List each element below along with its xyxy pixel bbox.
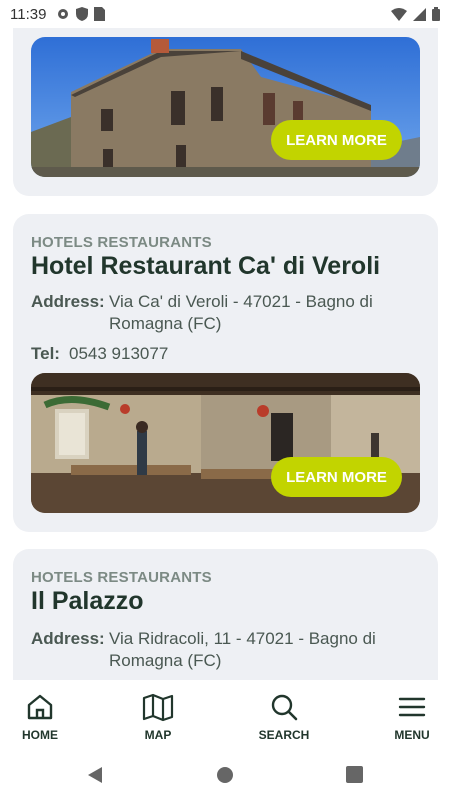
battery-icon bbox=[432, 7, 440, 21]
learn-more-button[interactable]: LEARN MORE bbox=[271, 120, 402, 160]
home-icon bbox=[27, 694, 53, 720]
recents-icon[interactable] bbox=[346, 766, 363, 783]
listing-card: LEARN MORE bbox=[13, 28, 438, 196]
address-label: Address: bbox=[31, 292, 105, 311]
shield-icon bbox=[76, 7, 89, 21]
hamburger-menu-icon bbox=[398, 697, 426, 717]
listing-category: HOTELS RESTAURANTS bbox=[31, 569, 212, 586]
system-navigation-bar bbox=[0, 752, 450, 800]
address-line-2: Romagna (FC) bbox=[109, 314, 222, 333]
learn-more-button[interactable]: LEARN MORE bbox=[271, 457, 402, 497]
listing-title: Hotel Restaurant Ca' di Veroli bbox=[31, 252, 381, 280]
address-label: Address: bbox=[31, 629, 105, 648]
wifi-icon bbox=[391, 7, 407, 21]
address-line-1: Via Ridracoli, 11 - 47021 - Bagno di bbox=[109, 629, 376, 648]
listing-feed[interactable]: LEARN MORE HOTELS RESTAURANTS Hotel Rest… bbox=[0, 28, 450, 680]
sim-card-icon bbox=[94, 7, 106, 21]
nav-home-label: HOME bbox=[22, 728, 58, 742]
map-icon bbox=[142, 693, 174, 722]
nav-search[interactable]: SEARCH bbox=[244, 692, 324, 742]
address-line-1: Via Ca' di Veroli - 47021 - Bagno di bbox=[109, 292, 373, 311]
nav-map[interactable]: MAP bbox=[118, 692, 198, 742]
nav-home[interactable]: HOME bbox=[0, 692, 80, 742]
status-time: 11:39 bbox=[10, 5, 47, 23]
tel-value[interactable]: 0543 913077 bbox=[69, 343, 168, 365]
status-bar: 11:39 bbox=[0, 0, 450, 28]
nav-map-label: MAP bbox=[144, 728, 172, 742]
search-icon bbox=[271, 694, 298, 721]
listing-card: HOTELS RESTAURANTS Hotel Restaurant Ca' … bbox=[13, 214, 438, 532]
nav-menu-label: MENU bbox=[394, 728, 430, 742]
listing-category: HOTELS RESTAURANTS bbox=[31, 234, 212, 251]
listing-photo[interactable]: LEARN MORE bbox=[31, 373, 420, 513]
gear-icon bbox=[58, 9, 69, 19]
home-circle-icon[interactable] bbox=[216, 766, 234, 784]
back-icon[interactable] bbox=[86, 766, 104, 784]
cell-signal-icon bbox=[413, 7, 426, 21]
bottom-navigation: HOME MAP SEARCH MENU bbox=[0, 680, 450, 752]
nav-search-label: SEARCH bbox=[258, 728, 310, 742]
nav-menu[interactable]: MENU bbox=[372, 692, 450, 742]
listing-photo[interactable]: LEARN MORE bbox=[31, 37, 420, 177]
address-line-2: Romagna (FC) bbox=[109, 651, 222, 670]
listing-title: Il Palazzo bbox=[31, 587, 144, 615]
listing-card: HOTELS RESTAURANTS Il Palazzo Address: V… bbox=[13, 549, 438, 680]
tel-label: Tel: bbox=[31, 344, 60, 363]
